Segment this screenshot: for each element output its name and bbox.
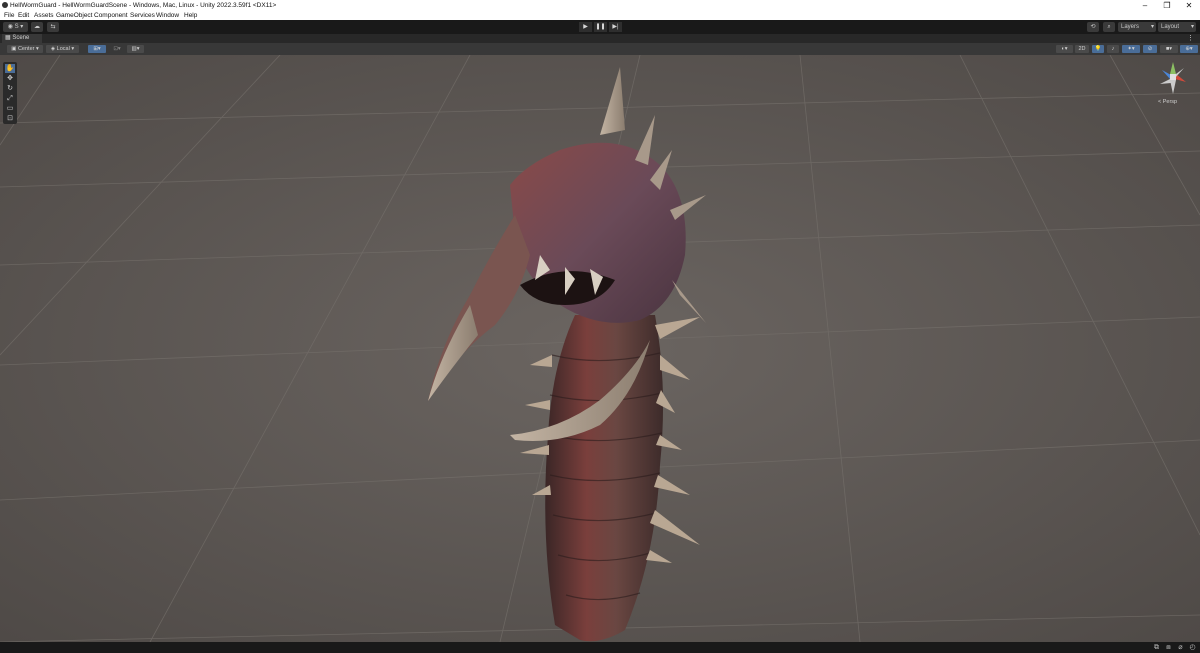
scene-tab-icon: ▦ [5, 35, 11, 41]
increment-snap-toggle[interactable]: ⊡▾ [109, 45, 125, 53]
rotate-tool-button[interactable]: ↻ [5, 84, 15, 93]
chevron-down-icon: ▾ [1150, 24, 1154, 30]
chevron-down-icon: ▾ [1190, 24, 1194, 30]
progress-icon[interactable]: ⧉ [1152, 643, 1161, 652]
account-icon: ◉ [7, 24, 13, 30]
menu-gameobject[interactable]: GameObject [56, 12, 93, 19]
play-button[interactable]: ▶ [579, 22, 592, 32]
light-bulb-icon: 💡 [1094, 46, 1102, 52]
layers-dropdown[interactable]: Layers ▾ [1118, 22, 1156, 32]
chevron-down-icon: ▾ [36, 46, 39, 52]
restore-button[interactable]: ❐ [1156, 0, 1178, 11]
transform-icon: ⊡ [7, 115, 13, 122]
search-button[interactable]: ⌕ [1103, 22, 1115, 32]
step-icon: ▶| [612, 24, 619, 30]
version-control-button[interactable]: ⇆ [47, 22, 59, 32]
chevron-down-icon: ▾ [71, 46, 75, 52]
lighting-toggle[interactable]: 💡 [1092, 45, 1104, 53]
perspective-label[interactable]: < Persp [1158, 99, 1177, 105]
play-icon: ▶ [583, 24, 588, 30]
scene-render [0, 55, 1200, 642]
layout-dropdown[interactable]: Layout ▾ [1158, 22, 1196, 32]
move-icon: ✥ [7, 75, 13, 82]
mode-2d-label: 2D [1078, 46, 1086, 52]
gizmos-dropdown[interactable]: ⊕▾ [1180, 45, 1198, 53]
audio-icon: ♪ [1111, 46, 1115, 52]
grid-icon: ⊞▾ [93, 46, 101, 52]
layers-label: Layers [1121, 24, 1140, 30]
effects-dropdown[interactable]: ✦▾ [1122, 45, 1140, 53]
pivot-icon: ▣ [11, 46, 17, 52]
pause-button[interactable]: ❚❚ [594, 22, 607, 32]
debug-icon[interactable]: ⌀ [1176, 643, 1185, 652]
space-label: Local [56, 46, 70, 52]
shading-icon: ◐▾ [1061, 46, 1068, 52]
scene-tab-label: Scene [12, 35, 30, 41]
status-bar: ⧉ ⧈ ⌀ ◴ [0, 642, 1200, 653]
account-dropdown[interactable]: ◉ S ▾ [3, 22, 28, 32]
pivot-center-dropdown[interactable]: ▣ Center ▾ [7, 45, 43, 53]
window-title: HellWormGuard - HellWormGuardScene - Win… [10, 1, 277, 9]
history-icon: ⟲ [1090, 24, 1096, 30]
step-button[interactable]: ▶| [609, 22, 622, 32]
rotate-icon: ↻ [7, 85, 13, 92]
visibility-icon: ⊘ [1147, 46, 1153, 52]
grid-settings-dropdown[interactable]: ▥▾ [127, 45, 144, 53]
unity-logo-icon [2, 2, 8, 8]
menu-edit[interactable]: Edit [18, 12, 29, 19]
auto-generate-lighting-icon[interactable]: ◴ [1188, 643, 1197, 652]
hand-tool-button[interactable]: ✋ [5, 64, 15, 73]
scene-tools-overlay: ✋ ✥ ↻ ⤢ ▭ ⊡ [3, 62, 17, 124]
space-local-dropdown[interactable]: ◈ Local ▾ [46, 45, 79, 53]
audio-toggle[interactable]: ♪ [1107, 45, 1119, 53]
cloud-icon: ☁ [34, 24, 40, 30]
close-button[interactable]: ✕ [1178, 0, 1200, 11]
grid-snap-toggle[interactable]: ⊞▾ [88, 45, 106, 53]
menu-component[interactable]: Component [94, 12, 128, 19]
scene-tab-row: ▦ Scene ⋮ [0, 34, 1200, 43]
gizmos-icon: ⊕▾ [1185, 46, 1193, 52]
rect-tool-button[interactable]: ▭ [5, 104, 15, 113]
scale-tool-button[interactable]: ⤢ [5, 94, 15, 103]
menu-window[interactable]: Window [156, 12, 179, 19]
menu-services[interactable]: Services [130, 12, 155, 19]
orientation-gizmo[interactable] [1156, 60, 1190, 96]
undo-history-button[interactable]: ⟲ [1087, 22, 1099, 32]
pivot-label: Center [17, 46, 35, 52]
hidden-objects-toggle[interactable]: ⊘ [1143, 45, 1157, 53]
tab-scene[interactable]: ▦ Scene [2, 34, 42, 43]
layout-label: Layout [1161, 24, 1180, 30]
camera-settings-dropdown[interactable]: ■▾ [1160, 45, 1178, 53]
grid-settings-icon: ▥▾ [131, 46, 140, 52]
main-toolbar: ◉ S ▾ ☁ ⇆ ▶ ❚❚ ▶| ⟲ ⌕ Layers ▾ Layout ▾ [0, 20, 1200, 34]
scene-viewport[interactable] [0, 55, 1200, 642]
camera-icon: ■▾ [1165, 46, 1173, 52]
search-icon: ⌕ [1107, 24, 1111, 30]
menu-help[interactable]: Help [184, 12, 197, 19]
hand-icon: ✋ [5, 65, 15, 72]
more-options-icon[interactable]: ⋮ [1187, 34, 1194, 43]
menu-bar: File Edit Assets GameObject Component Se… [0, 11, 1200, 20]
move-tool-button[interactable]: ✥ [5, 74, 15, 83]
transform-tool-button[interactable]: ⊡ [5, 114, 15, 123]
pause-icon: ❚❚ [595, 24, 606, 30]
chevron-down-icon: ▾ [20, 24, 24, 30]
version-control-icon: ⇆ [50, 24, 56, 30]
rect-icon: ▭ [6, 105, 14, 112]
shading-mode-dropdown[interactable]: ◐▾ [1056, 45, 1073, 53]
cache-icon[interactable]: ⧈ [1164, 643, 1173, 652]
snap-icon: ⊡▾ [113, 46, 121, 52]
menu-file[interactable]: File [4, 12, 14, 19]
account-label: S [14, 24, 19, 30]
menu-assets[interactable]: Assets [34, 12, 54, 19]
local-space-icon: ◈ [50, 46, 56, 52]
mode-2d-toggle[interactable]: 2D [1075, 45, 1089, 53]
cloud-button[interactable]: ☁ [31, 22, 43, 32]
axis-gizmo-icon [1160, 62, 1186, 94]
minimize-button[interactable]: – [1134, 0, 1156, 11]
window-title-bar: HellWormGuard - HellWormGuardScene - Win… [0, 0, 1200, 11]
scale-icon: ⤢ [7, 95, 13, 102]
effects-icon: ✦▾ [1127, 46, 1135, 52]
